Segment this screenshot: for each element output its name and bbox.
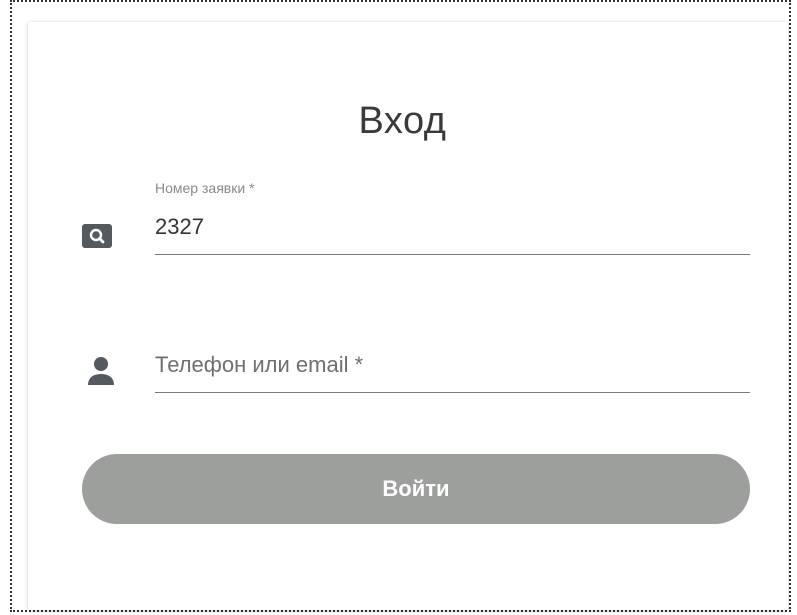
contact-input[interactable]: Телефон или email *: [155, 352, 363, 378]
user-icon: [86, 355, 116, 387]
order-number-label: Номер заявки *: [155, 180, 255, 196]
page-title: Вход: [358, 100, 447, 142]
contact-field[interactable]: Телефон или email *: [155, 330, 750, 393]
order-number-input[interactable]: 2327: [155, 214, 204, 240]
search-icon: [82, 224, 112, 248]
order-number-field[interactable]: Номер заявки * 2327: [155, 180, 750, 255]
login-form: Вход Номер заявки * 2327 Телефон или ema…: [0, 0, 797, 615]
login-button[interactable]: Войти: [82, 454, 750, 524]
